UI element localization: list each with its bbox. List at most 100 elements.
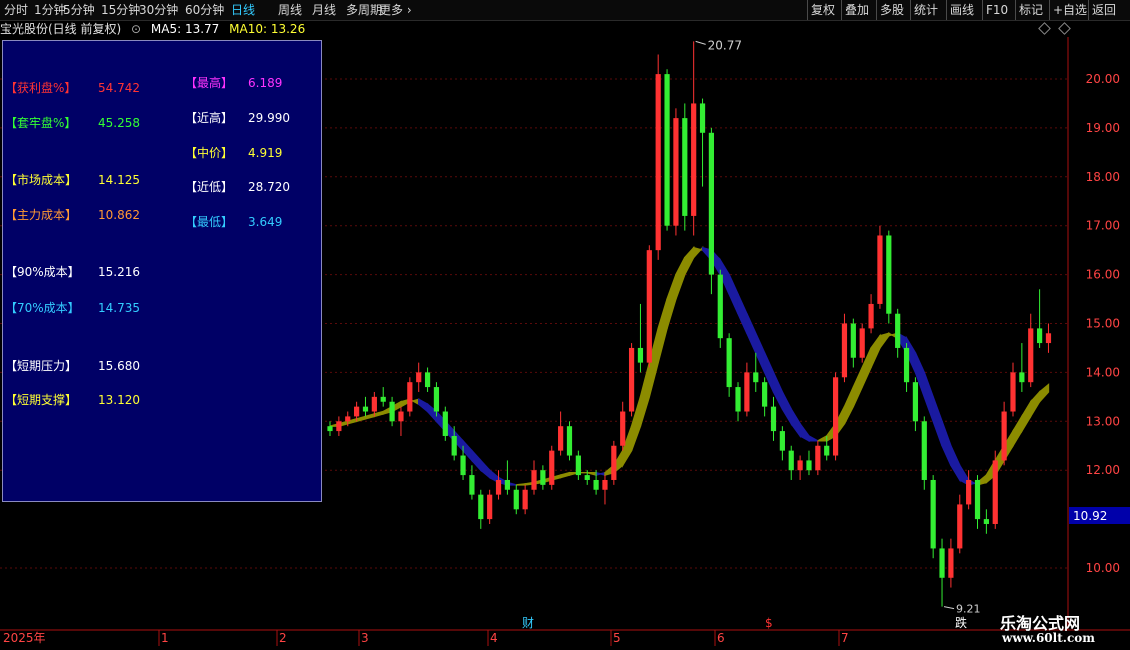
- candle-body[interactable]: [832, 377, 839, 456]
- candle-body[interactable]: [788, 450, 794, 471]
- toolbar-item-6[interactable]: 日线: [231, 2, 255, 18]
- candle-body[interactable]: [558, 426, 564, 451]
- toolbar-right-item-5[interactable]: F10: [986, 2, 1008, 18]
- candle-body[interactable]: [442, 411, 448, 436]
- candle-body[interactable]: [930, 479, 936, 549]
- stock-title[interactable]: 宝光股份(日线 前复权): [0, 22, 121, 36]
- candle-body[interactable]: [513, 489, 519, 510]
- candle-body[interactable]: [362, 406, 369, 412]
- candle-body[interactable]: [877, 235, 883, 304]
- candle-body[interactable]: [389, 401, 395, 422]
- candle-body[interactable]: [620, 411, 626, 446]
- candle-body[interactable]: [602, 479, 608, 490]
- candle-body[interactable]: [336, 421, 342, 432]
- candle-body[interactable]: [850, 323, 856, 358]
- candle-body[interactable]: [1028, 328, 1034, 383]
- candle-body[interactable]: [655, 74, 661, 251]
- candle-body[interactable]: [504, 479, 510, 490]
- candle-body[interactable]: [664, 74, 670, 226]
- candle-body[interactable]: [637, 347, 644, 363]
- candle-body[interactable]: [948, 548, 954, 578]
- candle-body[interactable]: [708, 132, 715, 275]
- toolbar-item-10[interactable]: 更多 ›: [379, 2, 412, 18]
- candle-body[interactable]: [487, 494, 493, 520]
- candle-body[interactable]: [682, 118, 688, 216]
- candle-body[interactable]: [1019, 372, 1025, 383]
- candle-body[interactable]: [522, 489, 528, 510]
- dropdown-icon[interactable]: ⊙: [131, 22, 141, 36]
- candle-body[interactable]: [646, 250, 652, 363]
- candle-body[interactable]: [345, 416, 351, 422]
- candle-body[interactable]: [531, 470, 537, 490]
- timeline-marker[interactable]: 财: [522, 616, 534, 630]
- toolbar-item-0[interactable]: 分时: [4, 2, 28, 18]
- candle-body[interactable]: [416, 372, 422, 383]
- candle-body[interactable]: [974, 479, 981, 520]
- candle-body[interactable]: [354, 406, 360, 417]
- toolbar-item-5[interactable]: 60分钟: [185, 2, 224, 18]
- candle-body[interactable]: [886, 235, 892, 314]
- candle-body[interactable]: [753, 372, 759, 383]
- candle-body[interactable]: [966, 479, 972, 505]
- candle-body[interactable]: [992, 460, 998, 524]
- candle-body[interactable]: [549, 450, 555, 485]
- candle-body[interactable]: [478, 494, 484, 520]
- candle-body[interactable]: [726, 338, 732, 388]
- candle-body[interactable]: [939, 548, 945, 578]
- candle-body[interactable]: [841, 323, 848, 378]
- toolbar-item-1[interactable]: 1分钟: [34, 2, 66, 18]
- candle-body[interactable]: [495, 479, 502, 495]
- candle-body[interactable]: [593, 479, 599, 490]
- candle-body[interactable]: [1037, 328, 1043, 344]
- candle-body[interactable]: [762, 382, 768, 407]
- candle-body[interactable]: [797, 460, 803, 471]
- candle-body[interactable]: [921, 421, 927, 480]
- candle-body[interactable]: [770, 406, 777, 432]
- toolbar-right-item-6[interactable]: 标记: [1019, 2, 1043, 18]
- candle-body[interactable]: [717, 274, 723, 339]
- toolbar-item-8[interactable]: 月线: [312, 2, 336, 18]
- candle-body[interactable]: [806, 460, 812, 471]
- candle-body[interactable]: [398, 411, 404, 422]
- toolbar-item-4[interactable]: 30分钟: [139, 2, 178, 18]
- settings-diamond-icon[interactable]: [1058, 22, 1071, 35]
- candle-body[interactable]: [895, 313, 901, 348]
- candle-body[interactable]: [611, 445, 617, 480]
- candle-body[interactable]: [912, 382, 919, 422]
- candle-body[interactable]: [327, 426, 333, 432]
- toolbar-item-2[interactable]: 5分钟: [63, 2, 95, 18]
- candle-body[interactable]: [815, 445, 821, 471]
- candle-body[interactable]: [540, 470, 546, 485]
- candle-body[interactable]: [1001, 411, 1007, 461]
- candle-body[interactable]: [903, 347, 910, 383]
- candle-body[interactable]: [1045, 333, 1052, 344]
- timeline-marker[interactable]: 跌: [955, 615, 967, 630]
- toolbar-right-item-1[interactable]: 叠加: [845, 2, 869, 18]
- candle-body[interactable]: [628, 347, 635, 412]
- candle-body[interactable]: [744, 372, 750, 412]
- candle-body[interactable]: [380, 396, 386, 402]
- candle-body[interactable]: [779, 431, 785, 451]
- toolbar-item-3[interactable]: 15分钟: [101, 2, 140, 18]
- candle-body[interactable]: [469, 475, 475, 495]
- candle-body[interactable]: [460, 455, 466, 476]
- candle-body[interactable]: [983, 519, 989, 524]
- candle-body[interactable]: [824, 445, 830, 456]
- candle-body[interactable]: [433, 387, 440, 412]
- candle-body[interactable]: [957, 504, 963, 549]
- toolbar-right-item-7[interactable]: +自选: [1053, 2, 1087, 18]
- toolbar-item-9[interactable]: 多周期: [346, 2, 382, 18]
- candle-body[interactable]: [699, 103, 706, 133]
- candle-body[interactable]: [566, 426, 573, 456]
- candle-body[interactable]: [424, 372, 431, 388]
- toolbar-item-7[interactable]: 周线: [278, 2, 302, 18]
- timeline-marker[interactable]: $: [765, 616, 773, 630]
- candle-body[interactable]: [407, 382, 413, 412]
- toolbar-right-item-2[interactable]: 多股: [880, 2, 904, 18]
- candle-body[interactable]: [371, 396, 377, 412]
- toolbar-right-item-3[interactable]: 统计: [914, 2, 938, 18]
- candle-body[interactable]: [1010, 372, 1016, 412]
- toolbar-right-item-0[interactable]: 复权: [811, 2, 835, 18]
- candle-body[interactable]: [859, 328, 865, 358]
- candle-body[interactable]: [584, 475, 590, 480]
